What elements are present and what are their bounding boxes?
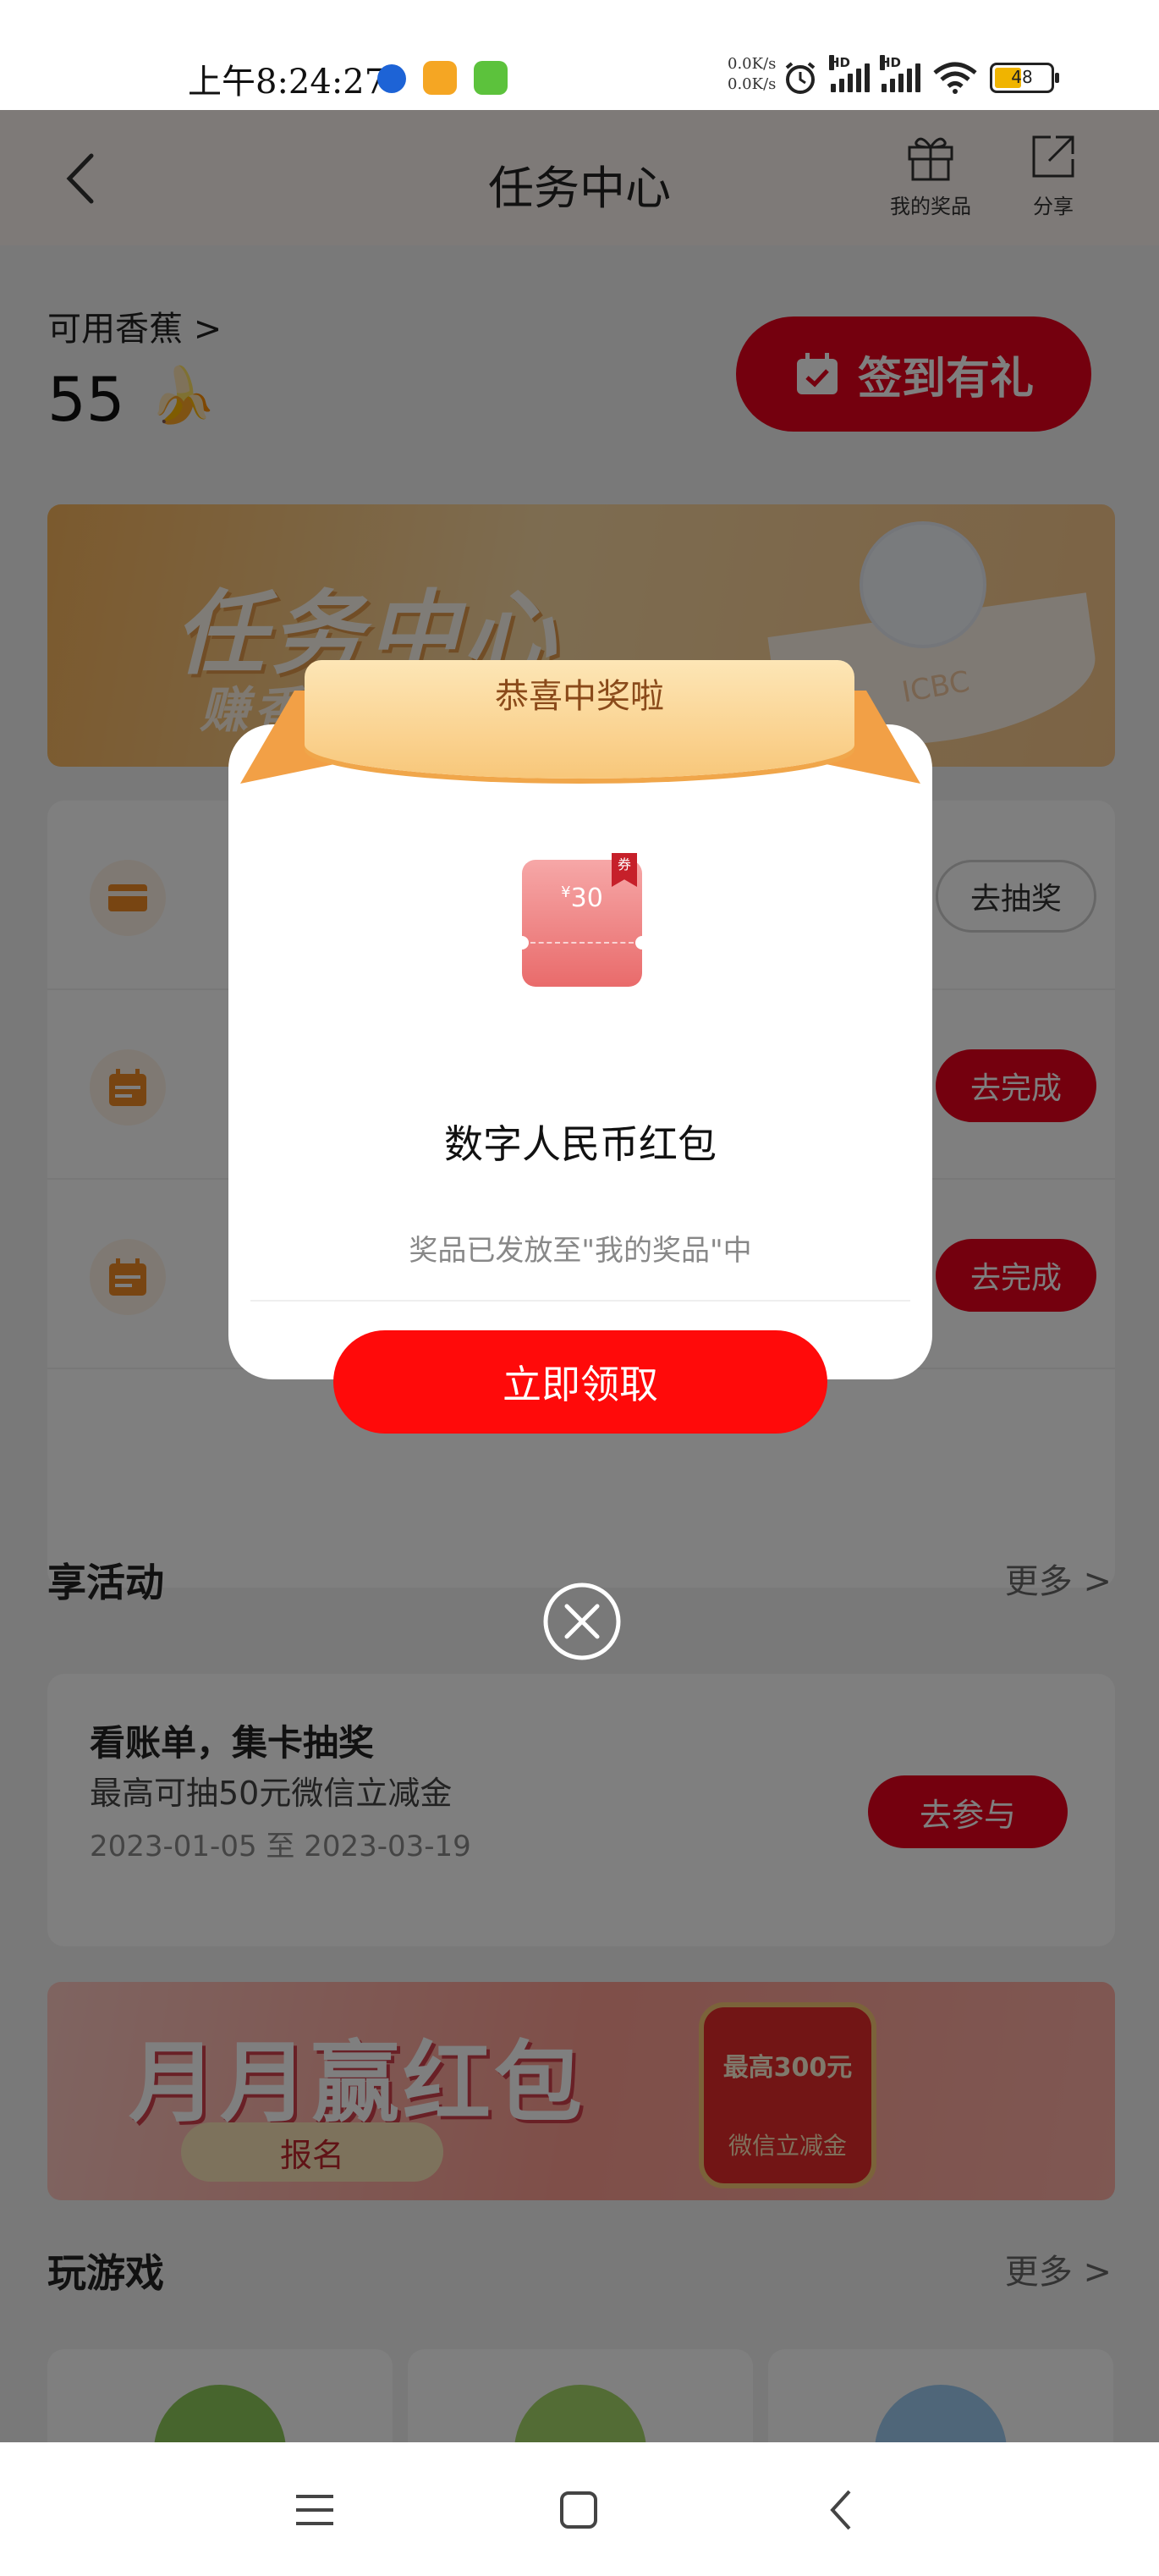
download-notification-icon — [474, 61, 508, 95]
network-speed: 0.0K/s 0.0K/s — [728, 55, 777, 93]
alarm-icon — [785, 62, 816, 94]
prize-name: 数字人民币红包 — [444, 1121, 717, 1167]
app-notification-icon — [423, 61, 457, 95]
status-time: 上午8:24:27 — [188, 63, 387, 102]
battery-icon: 48 — [990, 63, 1059, 93]
prize-modal — [228, 724, 932, 1379]
coupon-tag: 券 — [612, 853, 637, 887]
prize-note: 奖品已发放至"我的奖品"中 — [409, 1234, 752, 1268]
congrats-text: 恭喜中奖啦 — [495, 677, 664, 716]
coupon-amount: ¥30 — [561, 883, 603, 913]
signal-icon: HD — [880, 55, 920, 92]
wifi-icon — [933, 62, 977, 94]
claim-now-button[interactable]: 立即领取 — [333, 1330, 827, 1434]
modal-divider — [250, 1300, 910, 1302]
status-bar: 上午8:24:27 0.0K/s 0.0K/s HD HD 48 — [0, 0, 1159, 110]
coupon-icon: 券 ¥30 — [515, 853, 649, 987]
signal-icon: HD — [829, 55, 870, 92]
app-notification-icon — [377, 64, 406, 93]
back-icon[interactable] — [817, 2485, 868, 2535]
close-icon[interactable] — [541, 1581, 623, 1662]
system-nav-bar — [0, 2442, 1159, 2576]
menu-icon[interactable] — [289, 2485, 340, 2535]
home-icon[interactable] — [553, 2485, 604, 2535]
